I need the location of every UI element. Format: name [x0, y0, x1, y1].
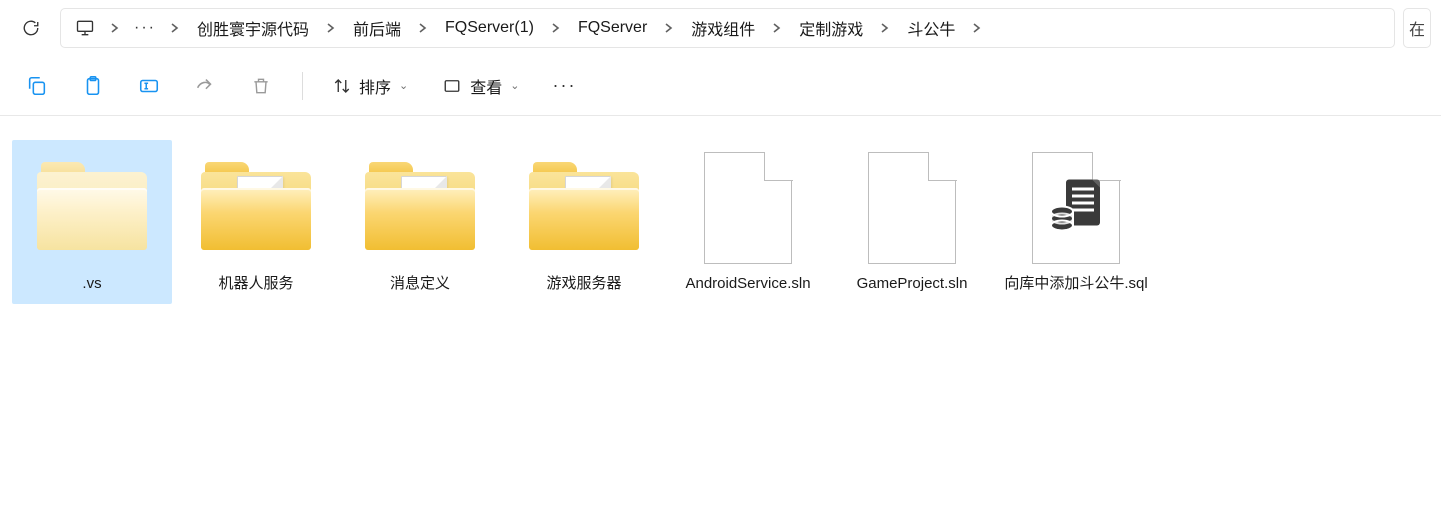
- breadcrumb-chevron[interactable]: [165, 23, 185, 33]
- breadcrumb-segment[interactable]: FQServer(1): [433, 9, 546, 47]
- chevron-down-icon: ⌄: [399, 79, 408, 92]
- share-icon: [194, 75, 216, 97]
- breadcrumb-chevron[interactable]: [105, 23, 125, 33]
- breadcrumb-overflow[interactable]: ···: [125, 19, 165, 37]
- breadcrumb-segment[interactable]: 游戏组件: [679, 9, 767, 47]
- file-item[interactable]: 游戏服务器: [504, 140, 664, 304]
- refresh-icon: [22, 19, 40, 37]
- breadcrumb-chevron[interactable]: [659, 23, 679, 33]
- file-icon: [678, 148, 818, 268]
- breadcrumb-segment[interactable]: 定制游戏: [787, 9, 875, 47]
- monitor-icon: [75, 18, 95, 38]
- chevron-right-icon: [881, 23, 889, 33]
- item-label: .vs: [82, 274, 101, 294]
- view-label: 查看: [470, 74, 502, 98]
- more-button[interactable]: ···: [539, 64, 589, 108]
- folder-icon: [186, 148, 326, 268]
- item-label: AndroidService.sln: [685, 274, 810, 294]
- breadcrumb-segment[interactable]: 斗公牛: [895, 9, 967, 47]
- item-label: 消息定义: [390, 274, 450, 294]
- copy-icon: [26, 75, 48, 97]
- chevron-right-icon: [773, 23, 781, 33]
- sort-label: 排序: [359, 74, 391, 98]
- file-item[interactable]: 向库中添加斗公牛.sql: [996, 140, 1156, 304]
- search-box-partial[interactable]: 在: [1403, 8, 1431, 48]
- this-pc-icon[interactable]: [65, 9, 105, 47]
- toolbar: 排序 ⌄ 查看 ⌄ ···: [0, 56, 1441, 116]
- paste-button[interactable]: [68, 64, 118, 108]
- folder-icon: [22, 148, 162, 268]
- trash-icon: [251, 75, 271, 97]
- chevron-right-icon: [111, 23, 119, 33]
- rename-icon: [138, 75, 160, 97]
- chevron-right-icon: [171, 23, 179, 33]
- file-item[interactable]: 消息定义: [340, 140, 500, 304]
- file-item[interactable]: 机器人服务: [176, 140, 336, 304]
- folder-icon: [514, 148, 654, 268]
- breadcrumb[interactable]: ··· 创胜寰宇源代码前后端 FQServer(1) FQServer 游戏组件定制游…: [60, 8, 1395, 48]
- chevron-down-icon: ⌄: [510, 79, 519, 92]
- search-prefix-text: 在: [1409, 16, 1425, 40]
- file-grid: .vs 机器人服务 消息定义 游戏服务器 AndroidService.sln GameP…: [0, 116, 1441, 328]
- chevron-right-icon: [665, 23, 673, 33]
- chevron-right-icon: [419, 23, 427, 33]
- divider: [302, 72, 303, 100]
- address-bar: ··· 创胜寰宇源代码前后端 FQServer(1) FQServer 游戏组件定制游…: [0, 0, 1441, 56]
- sort-icon: [333, 77, 351, 95]
- view-icon: [442, 77, 462, 95]
- folder-icon: [350, 148, 490, 268]
- breadcrumb-segment[interactable]: 创胜寰宇源代码: [185, 9, 321, 47]
- sort-button[interactable]: 排序 ⌄: [319, 64, 422, 108]
- sql-file-icon: [1006, 148, 1146, 268]
- breadcrumb-chevron[interactable]: [413, 23, 433, 33]
- item-label: GameProject.sln: [857, 274, 968, 294]
- breadcrumb-chevron[interactable]: [546, 23, 566, 33]
- chevron-right-icon: [327, 23, 335, 33]
- item-label: 机器人服务: [218, 274, 293, 294]
- file-icon: [842, 148, 982, 268]
- item-label: 游戏服务器: [546, 274, 621, 294]
- database-doc-icon: [1044, 174, 1108, 243]
- share-button[interactable]: [180, 64, 230, 108]
- view-button[interactable]: 查看 ⌄: [428, 64, 533, 108]
- breadcrumb-segment[interactable]: 前后端: [341, 9, 413, 47]
- copy-button[interactable]: [12, 64, 62, 108]
- breadcrumb-chevron[interactable]: [321, 23, 341, 33]
- rename-button[interactable]: [124, 64, 174, 108]
- delete-button[interactable]: [236, 64, 286, 108]
- chevron-right-icon: [552, 23, 560, 33]
- chevron-right-icon: [973, 23, 981, 33]
- paste-icon: [82, 75, 104, 97]
- file-item[interactable]: AndroidService.sln: [668, 140, 828, 304]
- breadcrumb-chevron[interactable]: [967, 23, 987, 33]
- file-item[interactable]: GameProject.sln: [832, 140, 992, 304]
- breadcrumb-chevron[interactable]: [875, 23, 895, 33]
- breadcrumb-segment[interactable]: FQServer: [566, 9, 659, 47]
- file-item[interactable]: .vs: [12, 140, 172, 304]
- breadcrumb-chevron[interactable]: [767, 23, 787, 33]
- refresh-button[interactable]: [10, 8, 52, 48]
- item-label: 向库中添加斗公牛.sql: [1004, 274, 1147, 294]
